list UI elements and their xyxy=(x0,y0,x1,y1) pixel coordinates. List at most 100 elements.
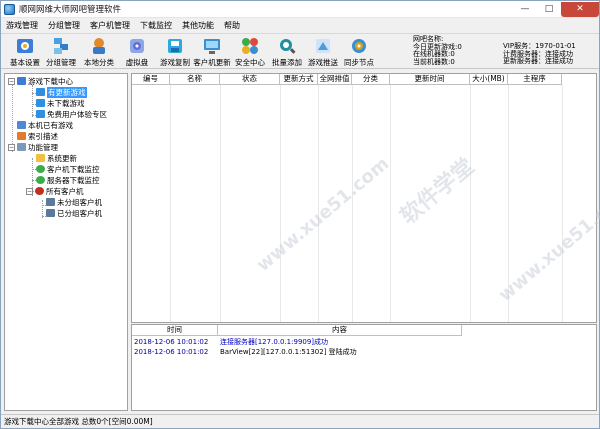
tree-item-free-trial-zone[interactable]: 免费用户体验专区 xyxy=(36,109,107,119)
tree-item-system-update[interactable]: 系统更新 xyxy=(36,153,77,163)
title-bar: 顺网网维大师网吧管理软件 — □ ✕ xyxy=(1,1,599,18)
tool-label: 游戏推送 xyxy=(308,58,338,67)
local-category-button[interactable]: 本地分类 xyxy=(81,36,117,68)
tool-label: 批量添加 xyxy=(272,58,302,67)
service-stats-panel: VIP服务：1970-01-01 计费服务器：连接成功 更新服务器：连接成功 xyxy=(503,43,576,66)
tree-item-not-downloaded[interactable]: 未下载游戏 xyxy=(36,98,85,108)
col-header-size[interactable]: 大小(MB) xyxy=(470,74,508,85)
tree-item-index-description[interactable]: 索引描述 xyxy=(17,131,58,141)
batch-add-icon xyxy=(277,36,297,56)
game-list-table[interactable]: 编号 名称 状态 更新方式 全网排值 分类 更新时间 大小(MB) 主程序 软件… xyxy=(131,73,600,323)
menu-download-monitor[interactable]: 下载监控 xyxy=(135,20,177,31)
clients-icon xyxy=(35,187,44,195)
log-time: 2018-12-06 10:01:02 xyxy=(134,338,209,346)
close-button[interactable]: ✕ xyxy=(561,1,599,17)
col-header-category[interactable]: 分类 xyxy=(352,74,390,85)
client-pc-icon xyxy=(46,209,55,217)
tree-label: 未分组客户机 xyxy=(57,197,102,207)
computer-icon xyxy=(17,121,26,129)
watermark-text: 软件学堂 xyxy=(395,154,480,230)
log-message: 连接服务器[127.0.0.1:9909]成功 xyxy=(220,338,329,346)
copy-icon xyxy=(165,36,185,56)
log-table[interactable]: 时间 内容 2018-12-06 10:01:02 连接服务器[127.0.0.… xyxy=(131,324,597,411)
monitor-status-icon xyxy=(36,176,45,184)
log-message: BarView[22][127.0.0.1:51302] 登陆成功 xyxy=(220,348,357,356)
app-window: 顺网网维大师网吧管理软件 — □ ✕ 游戏管理 分组管理 客户机管理 下载监控 … xyxy=(0,0,600,429)
cafe-stats-panel: 网吧名称: 今日更新游戏:0 在线机器数:0 当前机器数:0 xyxy=(413,36,462,66)
log-header: 时间 内容 xyxy=(132,325,462,336)
client-update-button[interactable]: 客户机更新 xyxy=(193,36,231,68)
tree-label: 服务器下载监控 xyxy=(47,175,100,185)
group-icon xyxy=(51,36,71,56)
game-folder-icon xyxy=(36,110,45,118)
status-bar: 游戏下载中心全部游戏 总数0个[空间0.00M] xyxy=(1,414,599,428)
col-header-id[interactable]: 编号 xyxy=(132,74,170,85)
menu-help[interactable]: 帮助 xyxy=(219,20,245,31)
tree-item-all-clients[interactable]: − 所有客户机 xyxy=(26,186,84,196)
function-icon xyxy=(17,143,26,151)
tree-item-server-download-monitor[interactable]: 服务器下载监控 xyxy=(36,175,100,185)
tree-item-ungrouped-clients[interactable]: 未分组客户机 xyxy=(46,197,102,207)
log-col-content[interactable]: 内容 xyxy=(218,325,462,336)
log-col-time[interactable]: 时间 xyxy=(132,325,218,336)
tree-label: 已分组客户机 xyxy=(57,208,102,218)
tree-label: 所有客户机 xyxy=(46,186,84,196)
download-center-icon xyxy=(17,77,26,85)
tool-label: 分组管理 xyxy=(46,58,76,67)
tree-item-grouped-clients[interactable]: 已分组客户机 xyxy=(46,208,102,218)
menu-group-management[interactable]: 分组管理 xyxy=(43,20,85,31)
toolbar: 基本设置 分组管理 本地分类 虚拟盘 游戏复制 客户机更新 安全中心 批量添加 … xyxy=(1,33,599,69)
index-icon xyxy=(17,132,26,140)
navigation-tree: − 游戏下载中心 有更新游戏 未下载游戏 免费用户体验专区 本机已有游戏 索引描… xyxy=(4,73,128,411)
watermark-text: www.xue51.com xyxy=(494,183,600,306)
tree-label: 功能管理 xyxy=(28,142,58,152)
collapse-icon[interactable]: − xyxy=(8,143,15,151)
minimize-button[interactable]: — xyxy=(513,1,537,17)
tree-item-local-games[interactable]: 本机已有游戏 xyxy=(17,120,73,130)
tree-item-client-download-monitor[interactable]: 客户机下载监控 xyxy=(36,164,100,174)
virtual-disk-button[interactable]: 虚拟盘 xyxy=(119,36,155,68)
tree-item-game-download-center[interactable]: − 游戏下载中心 xyxy=(8,76,73,86)
basic-settings-button[interactable]: 基本设置 xyxy=(7,36,43,68)
tree-label: 未下载游戏 xyxy=(47,98,85,108)
col-header-update-time[interactable]: 更新时间 xyxy=(390,74,470,85)
push-icon xyxy=(313,36,333,56)
col-header-name[interactable]: 名称 xyxy=(170,74,220,85)
group-management-button[interactable]: 分组管理 xyxy=(43,36,79,68)
maximize-button[interactable]: □ xyxy=(537,1,561,17)
watermark-text: www.xue51.com xyxy=(252,153,394,276)
sync-node-button[interactable]: 同步节点 xyxy=(341,36,377,68)
col-header-network-rank[interactable]: 全网排值 xyxy=(318,74,352,85)
game-push-button[interactable]: 游戏推送 xyxy=(305,36,341,68)
menu-game-management[interactable]: 游戏管理 xyxy=(1,20,43,31)
gear-icon xyxy=(15,36,35,56)
shield-icon xyxy=(240,36,260,56)
window-title: 顺网网维大师网吧管理软件 xyxy=(19,5,122,15)
col-header-status[interactable]: 状态 xyxy=(220,74,280,85)
tree-label: 本机已有游戏 xyxy=(28,120,73,130)
current-machines: 当前机器数:0 xyxy=(413,57,455,66)
collapse-icon[interactable]: − xyxy=(26,187,33,195)
tool-label: 基本设置 xyxy=(10,58,40,67)
tree-item-updated-games[interactable]: 有更新游戏 xyxy=(36,86,87,98)
collapse-icon[interactable]: − xyxy=(8,77,15,85)
sync-icon xyxy=(349,36,369,56)
log-row: 2018-12-06 10:01:02 连接服务器[127.0.0.1:9909… xyxy=(132,337,328,347)
tool-label: 游戏复制 xyxy=(160,58,190,67)
disk-icon xyxy=(127,36,147,56)
tree-item-function-management[interactable]: − 功能管理 xyxy=(8,142,58,152)
app-logo-icon xyxy=(4,3,15,15)
monitor-icon xyxy=(202,36,222,56)
game-folder-icon xyxy=(36,88,45,96)
folder-icon xyxy=(36,154,45,162)
menu-other-functions[interactable]: 其他功能 xyxy=(177,20,219,31)
tree-label: 游戏下载中心 xyxy=(28,76,73,86)
col-header-main-program[interactable]: 主程序 xyxy=(508,74,562,85)
security-center-button[interactable]: 安全中心 xyxy=(232,36,268,68)
batch-add-button[interactable]: 批量添加 xyxy=(269,36,305,68)
game-copy-button[interactable]: 游戏复制 xyxy=(157,36,193,68)
table-header: 编号 名称 状态 更新方式 全网排值 分类 更新时间 大小(MB) 主程序 xyxy=(132,74,562,85)
col-header-update-mode[interactable]: 更新方式 xyxy=(280,74,318,85)
client-pc-icon xyxy=(46,198,55,206)
menu-client-management[interactable]: 客户机管理 xyxy=(85,20,135,31)
